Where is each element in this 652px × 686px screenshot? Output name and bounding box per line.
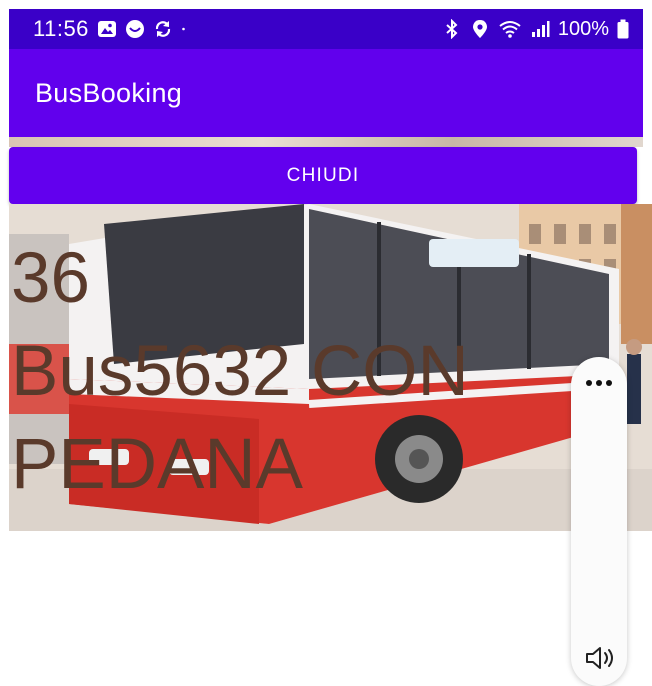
app-bar: BusBooking [9, 49, 643, 137]
volume-panel[interactable] [571, 357, 627, 686]
app-title: BusBooking [35, 77, 183, 108]
bluetooth-icon [446, 19, 458, 39]
messenger-icon [125, 20, 144, 38]
dot-icon [182, 27, 185, 31]
status-left: 11:56 [33, 16, 191, 42]
screen: 11:56 100% BusBooking CHIUDI 36 Bus5632 … [0, 0, 652, 686]
status-time: 11:56 [33, 16, 89, 41]
signal-icon [531, 21, 550, 37]
status-right: 100% [442, 18, 629, 41]
bus-info-text: 36 Bus5632 CON PEDANA [11, 239, 469, 504]
battery-percentage: 100% [557, 17, 609, 40]
sync-icon [155, 21, 171, 37]
gallery-icon [97, 21, 116, 37]
speaker-icon[interactable] [584, 643, 616, 673]
wifi-icon [499, 21, 521, 38]
close-button[interactable]: CHIUDI [9, 147, 637, 204]
more-options-icon[interactable] [585, 379, 613, 387]
background-photo-strip [9, 137, 643, 147]
status-bar: 11:56 100% [9, 9, 643, 49]
location-icon [472, 20, 487, 38]
battery-icon [617, 19, 629, 39]
